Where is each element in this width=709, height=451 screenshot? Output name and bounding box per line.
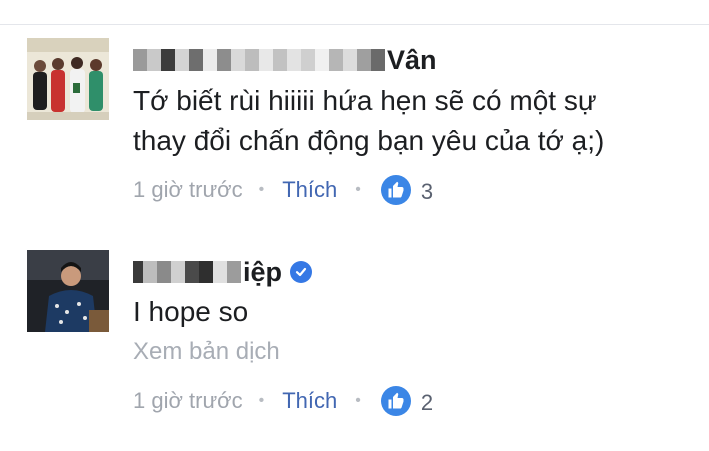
separator-dot: •	[258, 181, 265, 198]
avatar[interactable]	[27, 38, 109, 120]
separator-dot: •	[258, 392, 265, 409]
comment-text-line: I hope so	[133, 296, 249, 327]
comment-text: Tớ biết rùi hiiiii hứa hẹn sẽ có một sự …	[133, 81, 604, 161]
avatar[interactable]	[27, 250, 109, 332]
comment-text-line: thay đổi chấn động bạn yêu của tớ ạ;)	[133, 125, 605, 156]
like-button[interactable]: Thích	[282, 388, 337, 414]
comment-actions: 1 giờ trước • Thích • 2	[133, 383, 433, 419]
name-visible-part: Vân	[387, 44, 437, 75]
see-translation-link[interactable]: Xem bản dịch	[133, 338, 280, 366]
name-redaction	[133, 49, 385, 71]
commenter-name[interactable]: Vân	[133, 42, 437, 78]
separator-dot: •	[355, 181, 361, 198]
comment-text: I hope so	[133, 292, 248, 332]
timestamp[interactable]: 1 giờ trước	[133, 388, 243, 414]
name-visible-part: iệp	[243, 256, 283, 287]
top-divider	[0, 24, 709, 25]
separator-dot: •	[355, 392, 361, 409]
thumbs-up-icon[interactable]	[380, 175, 411, 205]
name-redaction	[133, 261, 241, 283]
reaction-count[interactable]: 2	[421, 390, 433, 416]
verified-check-icon	[290, 261, 313, 283]
comment-text-line: Tớ biết rùi hiiiii hứa hẹn sẽ có một sự	[133, 85, 597, 116]
commenter-name[interactable]: iệp	[133, 254, 313, 290]
timestamp[interactable]: 1 giờ trước	[133, 177, 243, 203]
reaction-count[interactable]: 3	[421, 179, 433, 205]
like-button[interactable]: Thích	[282, 177, 337, 203]
thumbs-up-icon[interactable]	[380, 386, 411, 416]
comment-actions: 1 giờ trước • Thích • 3	[133, 172, 433, 208]
